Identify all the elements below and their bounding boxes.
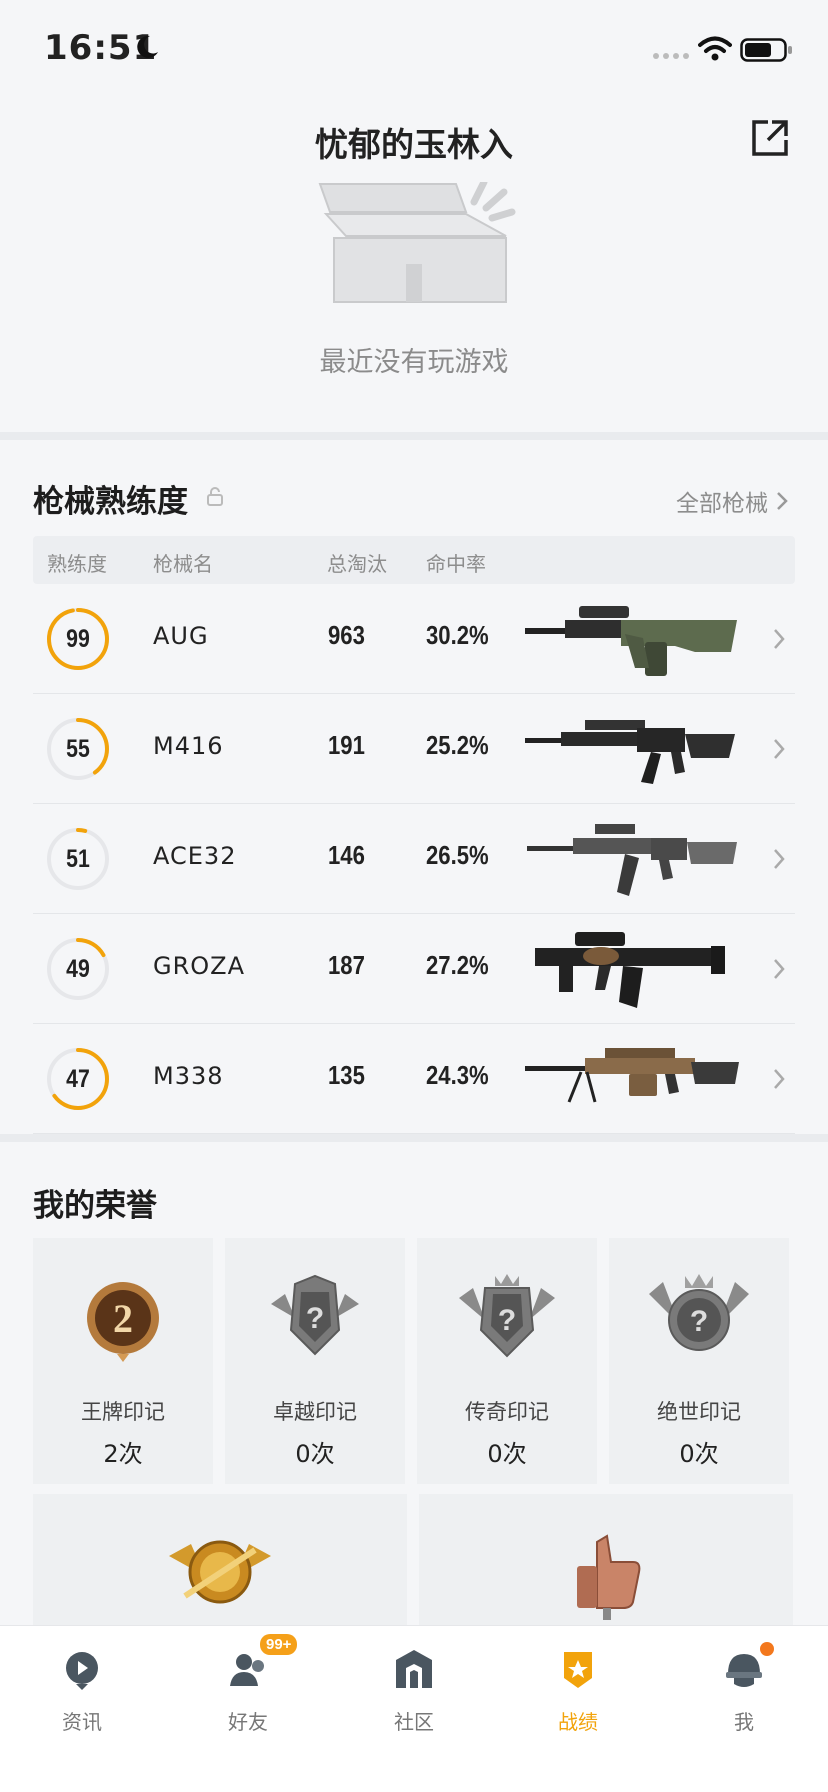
honor-card-peerless[interactable]: ? 绝世印记 0次 bbox=[609, 1238, 789, 1484]
honor-card-excellent[interactable]: ? 卓越印记 0次 bbox=[225, 1238, 405, 1484]
col-kills: 总淘汰 bbox=[327, 552, 387, 576]
moon-icon bbox=[137, 35, 158, 58]
bottom-tab-bar: 资讯 99+ 好友 社区 战绩 我 bbox=[0, 1625, 828, 1792]
m416-rifle-icon bbox=[525, 720, 735, 784]
friends-icon bbox=[230, 1654, 264, 1686]
col-accuracy: 命中率 bbox=[426, 552, 486, 576]
weapon-kills: 135 bbox=[328, 1060, 365, 1090]
page-title: 忧郁的玉林入 bbox=[315, 125, 513, 164]
weapon-row[interactable]: 49 GROZA 187 27.2% bbox=[33, 914, 795, 1024]
tab-friends[interactable]: 99+ 好友 bbox=[188, 1634, 308, 1740]
locked-badge-icon: ? bbox=[649, 1274, 749, 1351]
honor-name: 传奇印记 bbox=[465, 1400, 549, 1424]
col-weapon-name: 枪械名 bbox=[153, 552, 213, 576]
ace-medal-icon: 2 bbox=[87, 1282, 159, 1362]
section-divider bbox=[0, 1134, 828, 1142]
all-weapons-link[interactable]: 全部枪械 bbox=[676, 484, 788, 518]
lock-icon[interactable] bbox=[206, 486, 224, 506]
honor-count: 0次 bbox=[679, 1440, 719, 1468]
gold-winged-badge-icon bbox=[169, 1540, 271, 1604]
locked-badge-icon: ? bbox=[271, 1274, 359, 1356]
tab-label: 好友 bbox=[228, 1710, 268, 1734]
svg-text:?: ? bbox=[306, 1302, 324, 1335]
svg-text:?: ? bbox=[498, 1304, 516, 1337]
weapon-accuracy: 27.2% bbox=[426, 950, 489, 980]
all-weapons-label: 全部枪械 bbox=[676, 491, 768, 517]
chevron-right-icon bbox=[774, 739, 785, 759]
wifi-icon bbox=[698, 36, 732, 61]
proficiency-value: 51 bbox=[66, 845, 90, 873]
honors-section-title: 我的荣誉 bbox=[33, 1188, 157, 1224]
tab-record[interactable]: 战绩 bbox=[518, 1640, 638, 1740]
weapon-accuracy: 26.5% bbox=[426, 840, 489, 870]
proficiency-value: 55 bbox=[66, 735, 90, 763]
me-icon bbox=[726, 1654, 762, 1687]
locked-badge-icon: ? bbox=[459, 1274, 555, 1358]
signal-icon bbox=[653, 53, 689, 59]
weapon-kills: 146 bbox=[328, 840, 365, 870]
weapon-kills: 187 bbox=[328, 950, 365, 980]
honor-count: 2次 bbox=[103, 1440, 143, 1468]
weapon-accuracy: 30.2% bbox=[426, 620, 489, 650]
svg-text:?: ? bbox=[690, 1305, 708, 1338]
honor-card-legend[interactable]: ? 传奇印记 0次 bbox=[417, 1238, 597, 1484]
weapon-name: M416 bbox=[153, 732, 224, 760]
honor-card-thumbs-up[interactable] bbox=[419, 1494, 793, 1634]
chevron-right-icon bbox=[774, 849, 785, 869]
status-bar: 16:51 bbox=[0, 0, 828, 100]
chevron-right-icon bbox=[774, 959, 785, 979]
tab-label: 社区 bbox=[394, 1710, 434, 1734]
honor-count: 0次 bbox=[295, 1440, 335, 1468]
chevron-right-icon bbox=[774, 629, 785, 649]
proficiency-value: 47 bbox=[66, 1065, 90, 1093]
tab-label: 资讯 bbox=[62, 1710, 102, 1734]
honor-count: 0次 bbox=[487, 1440, 527, 1468]
weapon-kills: 963 bbox=[328, 620, 365, 650]
community-icon bbox=[396, 1650, 432, 1688]
tab-me[interactable]: 我 bbox=[684, 1640, 804, 1740]
share-icon[interactable] bbox=[748, 116, 792, 160]
chevron-right-icon bbox=[774, 1069, 785, 1089]
section-divider bbox=[0, 432, 828, 440]
weapon-accuracy: 25.2% bbox=[426, 730, 489, 760]
friends-badge: 99+ bbox=[260, 1634, 298, 1655]
ace32-rifle-icon bbox=[527, 824, 737, 896]
chevron-right-icon bbox=[777, 492, 788, 510]
aug-rifle-icon bbox=[525, 606, 737, 676]
tab-label: 战绩 bbox=[558, 1710, 598, 1734]
honor-name: 卓越印记 bbox=[273, 1400, 357, 1424]
honor-card-gold-badge[interactable] bbox=[33, 1494, 407, 1634]
weapon-kills: 191 bbox=[328, 730, 365, 760]
m338-machine-gun-icon bbox=[525, 1048, 739, 1103]
notification-dot bbox=[760, 1642, 774, 1656]
news-icon bbox=[66, 1652, 98, 1690]
weapon-section-title: 枪械熟练度 bbox=[33, 484, 188, 520]
honor-card-ace[interactable]: 2 王牌印记 2次 bbox=[33, 1238, 213, 1484]
proficiency-value: 99 bbox=[66, 625, 90, 653]
weapon-table-header: 熟练度 枪械名 总淘汰 命中率 bbox=[33, 536, 795, 584]
weapon-row[interactable]: 47 M338 135 24.3% bbox=[33, 1024, 795, 1134]
col-proficiency: 熟练度 bbox=[47, 552, 107, 576]
tab-news[interactable]: 资讯 bbox=[22, 1640, 142, 1740]
weapon-name: GROZA bbox=[153, 952, 246, 980]
honor-name: 王牌印记 bbox=[81, 1400, 165, 1424]
weapon-row[interactable]: 99 AUG 963 30.2% bbox=[33, 584, 795, 694]
weapon-name: AUG bbox=[153, 622, 209, 650]
svg-text:2: 2 bbox=[113, 1296, 133, 1341]
weapon-name: M338 bbox=[153, 1062, 224, 1090]
thumbs-up-icon bbox=[577, 1534, 641, 1620]
weapon-row[interactable]: 51 ACE32 146 26.5% bbox=[33, 804, 795, 914]
tab-label: 我 bbox=[734, 1710, 754, 1734]
weapon-accuracy: 24.3% bbox=[426, 1060, 489, 1090]
weapon-row[interactable]: 55 M416 191 25.2% bbox=[33, 694, 795, 804]
tab-community[interactable]: 社区 bbox=[354, 1640, 474, 1740]
honor-name: 绝世印记 bbox=[657, 1400, 741, 1424]
weapon-name: ACE32 bbox=[153, 842, 237, 870]
groza-rifle-icon bbox=[535, 932, 725, 1008]
record-icon bbox=[564, 1652, 592, 1688]
empty-chest-icon bbox=[318, 182, 516, 303]
empty-state-text: 最近没有玩游戏 bbox=[319, 347, 509, 378]
proficiency-value: 49 bbox=[66, 955, 90, 983]
battery-icon bbox=[740, 38, 792, 62]
